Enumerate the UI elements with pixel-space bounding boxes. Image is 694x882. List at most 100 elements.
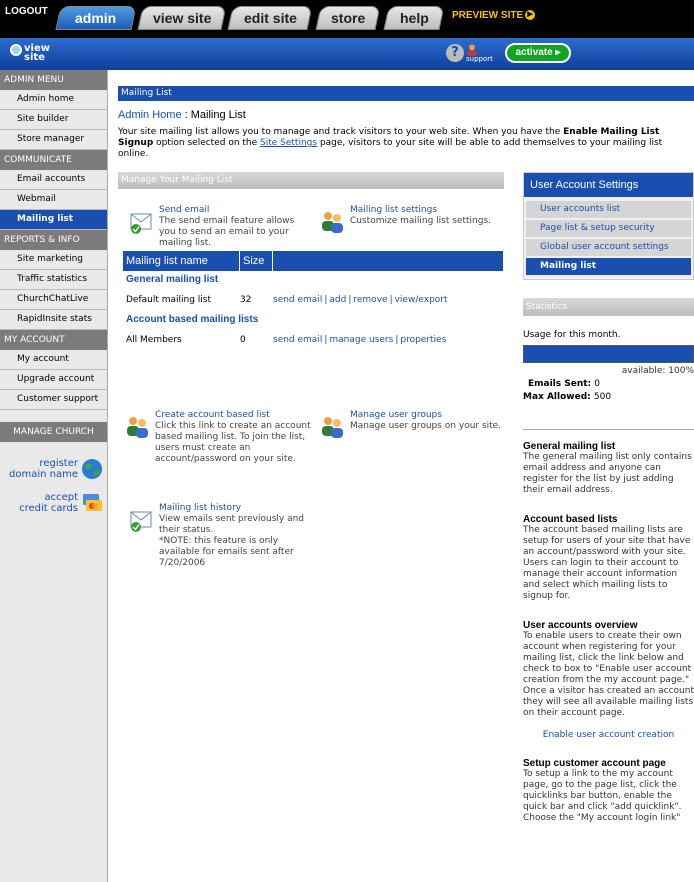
view-site-icon-button[interactable]: view site [10, 43, 50, 63]
user-account-settings-header: User Account Settings [524, 173, 693, 197]
user-account-settings-box: User Account Settings User accounts list… [523, 172, 694, 280]
uas-item-user-accounts-list[interactable]: User accounts list [526, 201, 691, 220]
send-email-desc: The send email feature allows you to sen… [159, 216, 295, 248]
manage-user-groups-desc: Manage user groups on your site. [350, 421, 502, 431]
uas-item-mailing-list[interactable]: Mailing list [526, 258, 691, 277]
sidebar-item-site-marketing[interactable]: Site marketing [0, 250, 107, 270]
tab-edit-site[interactable]: edit site [227, 6, 313, 30]
enable-user-account-creation-link[interactable]: Enable user account creation [523, 730, 694, 740]
accept-cards-line: credit cards [19, 503, 78, 514]
accept-credit-cards-link[interactable]: accept credit cards [0, 492, 107, 514]
users-icon[interactable] [320, 414, 346, 440]
view-export-action[interactable]: view/export [395, 295, 448, 305]
send-email-link[interactable]: Send email [159, 205, 311, 216]
list-name: All Members [126, 335, 182, 345]
sub-toolbar: view site ? support activate ▸ [0, 38, 694, 70]
create-list-text: Create account based list Click this link… [155, 410, 311, 465]
help-user-accounts-overview: User accounts overview To enable users to… [523, 620, 694, 719]
support-label: support [466, 55, 493, 63]
sidebar-header-reports: REPORTS & INFO [0, 230, 107, 250]
tab-admin[interactable]: admin [55, 6, 137, 30]
manage-user-groups-feature: Manage user groups Manage user groups on … [320, 410, 506, 440]
mailing-list-table: Mailing list name Size General mailing l… [123, 251, 503, 351]
send-email-feature: Send email The send email feature allows … [129, 205, 311, 249]
register-domain-link[interactable]: register domain name [0, 458, 107, 480]
support-button[interactable]: ? support [446, 44, 494, 66]
statistics-header: Statistics [523, 298, 694, 316]
manage-users-action[interactable]: manage users [329, 335, 393, 345]
list-size: 32 [240, 295, 252, 305]
preview-site-button[interactable]: PREVIEW SITE ▶ [452, 10, 536, 21]
help-account-lists: Account based lists The account based mai… [523, 514, 694, 602]
globe-icon [82, 459, 102, 479]
activate-label: activate [515, 47, 553, 58]
account-lists-section: Account based mailing lists [126, 314, 259, 325]
table-row: All Members 0 send email | manage users | pr… [123, 329, 503, 351]
email-history-icon[interactable] [129, 507, 155, 533]
site-settings-link[interactable]: Site Settings [260, 138, 317, 148]
add-action[interactable]: add [329, 295, 346, 305]
sidebar-item-store-manager[interactable]: Store manager [0, 130, 107, 150]
tab-label: store [330, 10, 366, 26]
manage-user-groups-link[interactable]: Manage user groups [350, 410, 501, 421]
view-site-icon-label: view site [24, 43, 50, 63]
users-icon[interactable] [125, 414, 151, 440]
help-text: The account based mailing lists are setu… [523, 525, 691, 601]
help-title: Setup customer account page [523, 758, 666, 769]
help-title: User accounts overview [523, 620, 638, 631]
sidebar-item-mailing-list[interactable]: Mailing list [0, 210, 107, 230]
sidebar-item-webmail[interactable]: Webmail [0, 190, 107, 210]
user-groups-text: Manage user groups Manage user groups on … [350, 410, 501, 440]
help-title: Account based lists [523, 514, 618, 525]
activate-button[interactable]: activate ▸ [505, 43, 571, 63]
sidebar-item-email-accounts[interactable]: Email accounts [0, 170, 107, 190]
tab-view-site[interactable]: view site [137, 6, 227, 30]
mailing-list-history-link[interactable]: Mailing list history [159, 503, 311, 514]
page-title: Mailing List [118, 86, 694, 101]
sidebar-item-my-account[interactable]: My account [0, 350, 107, 370]
properties-action[interactable]: properties [400, 335, 446, 345]
table-header: Mailing list name Size [123, 251, 503, 271]
create-account-list-feature: Create account based list Click this link… [125, 410, 311, 465]
breadcrumb-admin-home[interactable]: Admin Home [118, 109, 182, 121]
send-email-icon[interactable] [129, 209, 155, 235]
send-email-text: Send email The send email feature allows … [159, 205, 311, 249]
sidebar-header-communicate: COMMUNICATE [0, 150, 107, 170]
available-readout: available: 100% [523, 366, 694, 376]
remove-action[interactable]: remove [353, 295, 387, 305]
uas-item-page-list-security[interactable]: Page list & setup security [526, 220, 691, 239]
users-icon[interactable] [320, 209, 346, 235]
mailing-list-settings-link[interactable]: Mailing list settings [350, 205, 491, 216]
sidebar-item-rapidinsite-stats[interactable]: RapidInsite stats [0, 310, 107, 330]
sidebar-header-admin-menu: ADMIN MENU [0, 70, 107, 90]
sidebar-item-traffic-statistics[interactable]: Traffic statistics [0, 270, 107, 290]
available-label: available: [621, 366, 669, 376]
tab-label: admin [75, 10, 117, 26]
sidebar-item-admin-home[interactable]: Admin home [0, 90, 107, 110]
tab-help[interactable]: help [383, 6, 445, 30]
register-domain-line: register [39, 458, 78, 469]
breadcrumb: Admin Home : Mailing List [118, 109, 246, 121]
max-allowed-label: Max Allowed: [523, 392, 594, 402]
emails-sent-label: Emails Sent: [528, 379, 595, 389]
max-allowed-stat: Max Allowed: 500 [523, 392, 694, 402]
logout-button[interactable]: LOGOUT [5, 6, 48, 17]
uas-item-global-settings[interactable]: Global user account settings [526, 239, 691, 258]
list-name: Default mailing list [126, 295, 212, 305]
separator: | [395, 335, 399, 345]
sidebar-item-customer-support[interactable]: Customer support [0, 390, 107, 410]
sidebar: ADMIN MENU Admin home Site builder Store… [0, 70, 108, 882]
send-email-action[interactable]: send email [273, 295, 322, 305]
sidebar-item-upgrade-account[interactable]: Upgrade account [0, 370, 107, 390]
send-email-action[interactable]: send email [273, 335, 322, 345]
help-text: To enable users to create their own acco… [523, 631, 694, 718]
sidebar-item-site-builder[interactable]: Site builder [0, 110, 107, 130]
separator: | [324, 335, 328, 345]
create-account-list-link[interactable]: Create account based list [155, 410, 311, 421]
column-header-actions [273, 251, 503, 271]
history-note: *NOTE: this feature is only available fo… [159, 536, 294, 568]
tab-store[interactable]: store [315, 6, 381, 30]
tab-label: view site [152, 10, 212, 26]
sidebar-item-churchchatlive[interactable]: ChurchChatLive [0, 290, 107, 310]
tab-label: edit site [243, 10, 297, 26]
